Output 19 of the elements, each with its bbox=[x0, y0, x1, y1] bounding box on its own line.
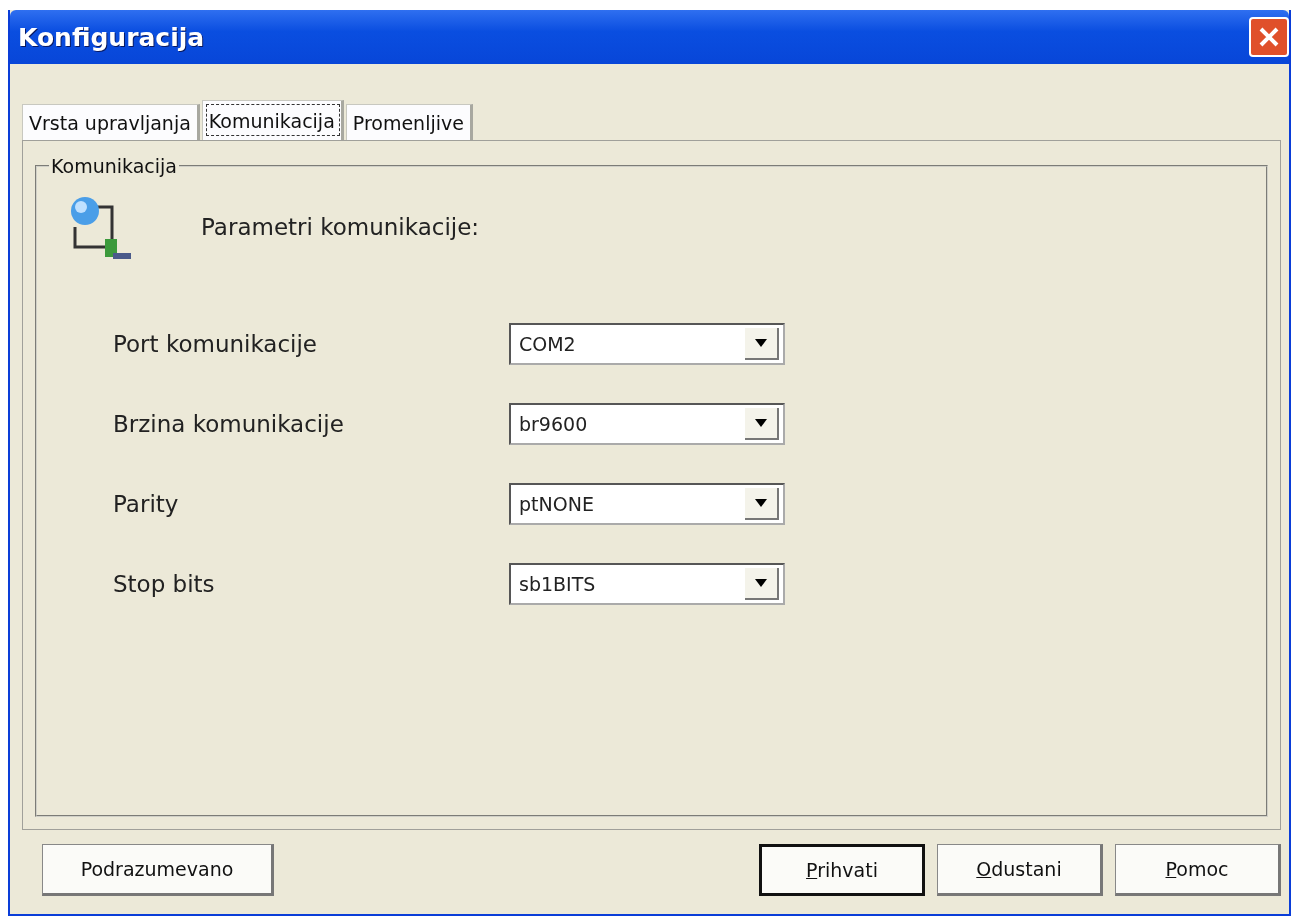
tab[interactable]: Promenljive bbox=[345, 104, 473, 140]
dropdown[interactable]: COM2 bbox=[509, 323, 785, 365]
field-label: Brzina komunikacije bbox=[113, 411, 345, 437]
group-title: Komunikacija bbox=[50, 155, 178, 177]
field-label: Stop bits bbox=[113, 571, 216, 597]
field-label: Port komunikacije bbox=[113, 331, 318, 357]
tab[interactable]: Vrsta upravljanja bbox=[22, 104, 200, 140]
dropdown[interactable]: br9600 bbox=[509, 403, 785, 445]
section-heading: Parametri komunikacije: bbox=[201, 214, 480, 240]
window-title: Konfiguracija bbox=[18, 22, 205, 52]
field-label: Parity bbox=[113, 491, 180, 517]
close-button[interactable] bbox=[1249, 17, 1289, 57]
tab[interactable]: Komunikacija bbox=[201, 100, 344, 140]
dropdown[interactable]: sb1BITS bbox=[509, 563, 785, 605]
dialog-button[interactable]: Odustani bbox=[937, 844, 1103, 896]
dialog-button[interactable]: Pomoc bbox=[1115, 844, 1281, 896]
dropdown[interactable]: ptNONE bbox=[509, 483, 785, 525]
dialog-button[interactable]: Podrazumevano bbox=[42, 844, 274, 896]
dialog-button[interactable]: Prihvati bbox=[759, 844, 925, 896]
